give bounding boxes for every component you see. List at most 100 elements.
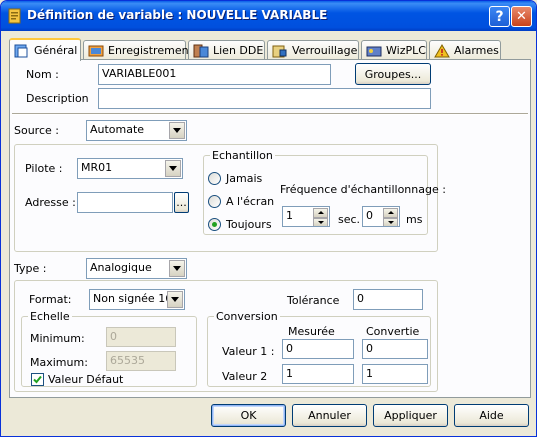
ok-button[interactable]: OK — [211, 404, 286, 427]
tab-lock[interactable]: Verrouillage — [267, 40, 359, 60]
sampling-title: Echantillon — [210, 149, 275, 162]
format-dropdown[interactable]: Non signée 16 — [89, 289, 185, 310]
sampling-never-radio[interactable] — [208, 172, 221, 185]
lock-icon — [272, 45, 287, 57]
default-value-checkbox[interactable] — [31, 373, 44, 386]
sampling-screen-label: A l'écran — [226, 195, 275, 208]
general-tab-panel: Nom : VARIABLE001 Groupes... Description… — [9, 59, 531, 398]
help-icon: ? — [495, 8, 504, 25]
pilot-dropdown[interactable]: MR01 — [77, 158, 183, 179]
dde-link-icon — [193, 44, 209, 57]
general-icon — [14, 44, 28, 57]
source-dropdown[interactable]: Automate — [86, 120, 187, 141]
sec-spinner[interactable] — [313, 208, 328, 226]
type-dropdown[interactable]: Analogique — [86, 258, 187, 279]
max-field[interactable]: 65535 — [106, 351, 176, 371]
ok-label: OK — [240, 409, 257, 422]
title-bar[interactable]: Définition de variable : NOUVELLE VARIAB… — [1, 1, 536, 31]
value1-label: Valeur 1 : — [222, 345, 275, 358]
frequency-label: Fréquence d'échantillonnage : — [280, 183, 446, 196]
default-value-label: Valeur Défaut — [48, 373, 124, 386]
separator — [12, 113, 528, 115]
sampling-group: Echantillon Jamais A l'écran Toujours Fr… — [203, 149, 446, 235]
chevron-down-icon[interactable] — [169, 122, 185, 139]
tab-label: Verrouillage — [292, 44, 358, 57]
spin-down-icon[interactable] — [313, 217, 328, 226]
pilot-value: MR01 — [81, 161, 113, 174]
record-icon — [88, 45, 104, 56]
scale-group: Echelle Minimum: 0 Maximum: 65535 Valeur… — [21, 310, 197, 387]
conversion-title: Conversion — [214, 310, 280, 323]
tab-alarms[interactable]: Alarmes — [429, 40, 501, 60]
address-field[interactable] — [77, 192, 173, 213]
wizplc-icon — [366, 46, 382, 56]
sampling-always-radio[interactable] — [208, 218, 221, 231]
sec-unit-label: sec. — [338, 213, 361, 226]
name-field[interactable]: VARIABLE001 — [98, 64, 331, 85]
ms-spinner[interactable] — [383, 208, 398, 226]
tab-label: Général — [34, 44, 78, 57]
address-browse-button[interactable]: ... — [174, 192, 189, 213]
type-value: Analogique — [90, 261, 152, 274]
source-value: Automate — [90, 123, 145, 136]
value2-converted-field[interactable]: 1 — [362, 364, 428, 384]
tab-label: Enregistrement — [108, 44, 193, 57]
cancel-button[interactable]: Annuler — [292, 404, 367, 427]
browse-label: ... — [176, 196, 187, 209]
value2-measured-field[interactable]: 1 — [282, 364, 354, 384]
measured-column-header: Mesurée — [288, 325, 335, 338]
type-settings-group: Format: Non signée 16 Tolérance 0 Echell… — [14, 280, 438, 392]
tab-record[interactable]: Enregistrement — [83, 40, 193, 60]
groups-button-label: Groupes... — [364, 67, 422, 81]
checkmark-icon — [33, 375, 42, 384]
chevron-down-icon[interactable] — [167, 291, 183, 308]
chevron-down-icon[interactable] — [169, 260, 185, 277]
type-label: Type : — [14, 262, 47, 275]
format-value: Non signée 16 — [93, 292, 173, 305]
tab-label: Lien DDE — [213, 44, 264, 57]
radio-selected-dot — [212, 222, 217, 227]
max-label: Maximum: — [30, 356, 88, 369]
tab-label: Alarmes — [454, 44, 499, 57]
apply-label: Appliquer — [384, 409, 437, 422]
value2-label: Valeur 2 — [222, 370, 268, 383]
cancel-label: Annuler — [308, 409, 351, 422]
tab-dde-link[interactable]: Lien DDE — [188, 40, 265, 60]
address-label: Adresse : — [25, 196, 76, 209]
description-label: Description — [26, 92, 89, 105]
spin-up-icon[interactable] — [313, 208, 328, 218]
min-field[interactable]: 0 — [106, 327, 176, 347]
help-button[interactable]: ? — [489, 6, 510, 27]
value1-converted-field[interactable]: 0 — [362, 339, 428, 359]
name-label: Nom : — [26, 68, 59, 81]
tab-label: WizPLC — [386, 44, 426, 57]
frequency-sec-field[interactable]: 1 — [282, 206, 330, 227]
converted-column-header: Convertie — [366, 325, 420, 338]
alarm-icon — [434, 43, 450, 57]
close-button[interactable]: ✕ — [511, 6, 532, 27]
value1-measured-field[interactable]: 0 — [282, 339, 354, 359]
sampling-always-label: Toujours — [226, 218, 272, 231]
spin-down-icon[interactable] — [383, 217, 398, 226]
frequency-sec-value: 1 — [286, 209, 293, 222]
scale-title: Echelle — [28, 310, 72, 323]
sampling-screen-radio[interactable] — [208, 195, 221, 208]
tab-general[interactable]: Général — [9, 38, 81, 61]
driver-group: Pilote : MR01 Adresse : ... Echantillon … — [14, 144, 446, 252]
variable-definition-dialog: Définition de variable : NOUVELLE VARIAB… — [0, 0, 537, 437]
pilot-label: Pilote : — [25, 162, 63, 175]
help-footer-button[interactable]: Aide — [454, 404, 529, 427]
tolerance-label: Tolérance — [287, 294, 340, 307]
chevron-down-icon[interactable] — [165, 160, 181, 177]
frequency-ms-value: 0 — [366, 209, 373, 222]
min-label: Minimum: — [30, 332, 85, 345]
help-label: Aide — [479, 409, 504, 422]
groups-button[interactable]: Groupes... — [355, 63, 431, 85]
tolerance-field[interactable]: 0 — [353, 289, 423, 310]
tab-wizplc[interactable]: WizPLC — [361, 40, 427, 60]
frequency-ms-field[interactable]: 0 — [362, 206, 400, 227]
description-field[interactable] — [98, 88, 431, 109]
tab-bar: Général Enregistrement Lien DDE Verrouil… — [9, 38, 529, 61]
spin-up-icon[interactable] — [383, 208, 398, 218]
apply-button[interactable]: Appliquer — [373, 404, 448, 427]
